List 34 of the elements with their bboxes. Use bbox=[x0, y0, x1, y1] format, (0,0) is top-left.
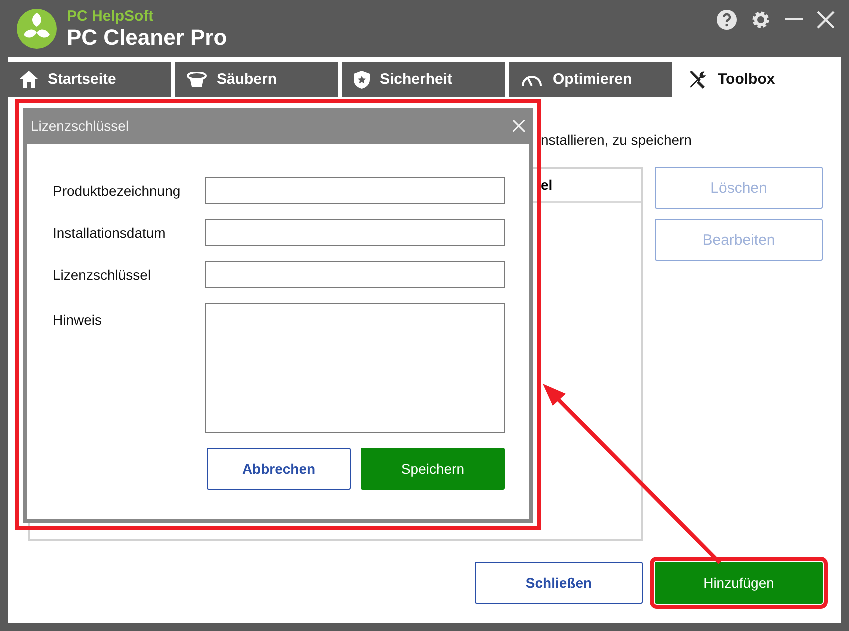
description-text: nstallieren, zu speichern bbox=[541, 132, 693, 149]
close-dialog-button[interactable]: Schließen bbox=[475, 562, 643, 604]
input-field[interactable] bbox=[205, 219, 505, 246]
vendor-name: PC HelpSoft bbox=[67, 8, 155, 24]
close-icon bbox=[817, 10, 835, 28]
app-name: PC Cleaner Pro bbox=[67, 26, 228, 48]
close-button[interactable] bbox=[513, 120, 525, 132]
leaf-logo-icon bbox=[16, 8, 58, 50]
field-label: Produktbezeichnung bbox=[53, 182, 182, 198]
close-button[interactable] bbox=[817, 10, 835, 28]
cancel-button[interactable]: Abbrechen bbox=[207, 448, 351, 490]
field-label: Lizenzschlüssel bbox=[53, 266, 152, 282]
field-label: Hinweis bbox=[53, 312, 104, 328]
dialog-title: Lizenzschlüssel bbox=[31, 118, 130, 134]
shield-icon bbox=[354, 70, 370, 88]
help-button[interactable] bbox=[717, 10, 737, 30]
settings-button[interactable] bbox=[751, 10, 771, 30]
nav-tab[interactable]: Optimieren bbox=[509, 62, 672, 97]
nav-tab[interactable]: Säubern bbox=[175, 62, 338, 97]
nav-tab[interactable]: Startseite bbox=[8, 62, 171, 97]
input-field[interactable] bbox=[205, 261, 505, 288]
save-button[interactable]: Speichern bbox=[361, 448, 505, 490]
nav-tab[interactable]: Sicherheit bbox=[342, 62, 505, 97]
note-field[interactable] bbox=[205, 303, 505, 433]
bucket-icon bbox=[187, 72, 207, 88]
column-header: el bbox=[541, 177, 553, 193]
minimize-icon bbox=[785, 18, 803, 21]
field-label: Installationsdatum bbox=[53, 224, 167, 240]
settings-icon bbox=[751, 10, 771, 30]
home-icon bbox=[20, 71, 38, 88]
tools-icon bbox=[688, 70, 708, 90]
input-field[interactable] bbox=[205, 177, 505, 204]
help-icon bbox=[717, 10, 737, 30]
close-icon bbox=[513, 120, 525, 132]
